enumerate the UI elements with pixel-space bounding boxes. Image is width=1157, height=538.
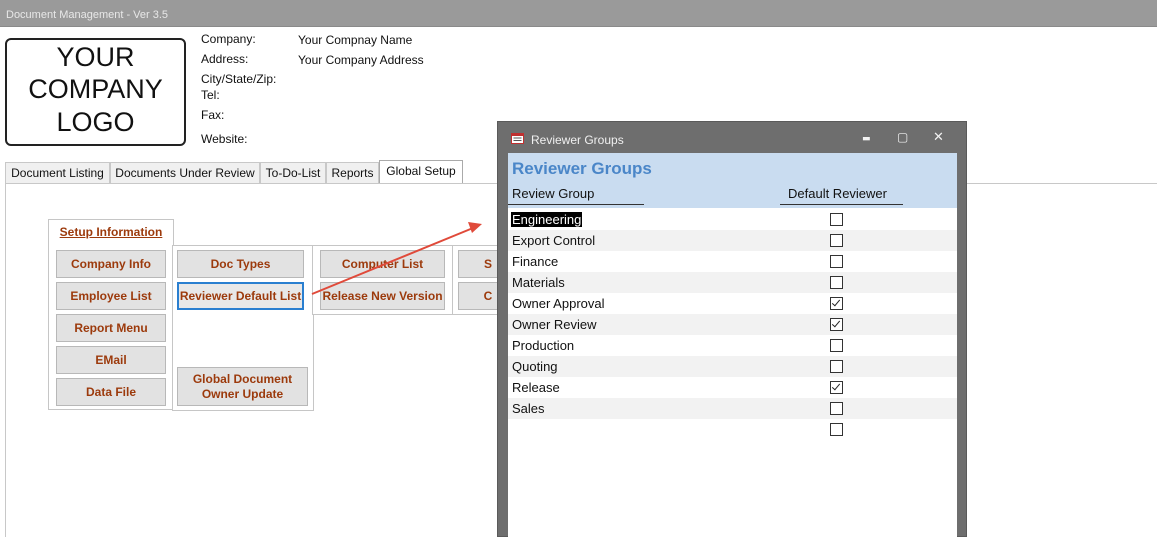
default-reviewer-checkbox[interactable] (830, 255, 843, 268)
review-group-name[interactable]: Quoting (512, 359, 558, 374)
review-group-name[interactable]: Release (512, 380, 560, 395)
default-reviewer-checkbox[interactable] (830, 339, 843, 352)
column-header-review-group: Review Group (512, 186, 595, 201)
table-row[interactable]: Engineering (508, 209, 957, 230)
dialog-header: Reviewer Groups Review Group Default Rev… (508, 153, 957, 208)
default-reviewer-checkbox[interactable] (830, 213, 843, 226)
review-group-name[interactable]: Materials (512, 275, 565, 290)
dialog-title: Reviewer Groups (531, 133, 624, 147)
minimize-icon[interactable]: ▬ (862, 134, 871, 144)
review-group-name[interactable]: Owner Review (512, 317, 597, 332)
review-group-name[interactable]: Owner Approval (512, 296, 605, 311)
default-reviewer-checkbox[interactable] (830, 234, 843, 247)
column-header-default-reviewer: Default Reviewer (788, 186, 887, 201)
dialog-heading: Reviewer Groups (512, 159, 652, 178)
review-group-name[interactable]: Export Control (512, 233, 595, 248)
table-row[interactable]: Owner Approval (508, 293, 957, 314)
default-reviewer-checkbox[interactable] (830, 318, 843, 331)
table-row[interactable]: Quoting (508, 356, 957, 377)
table-row[interactable]: Owner Review (508, 314, 957, 335)
default-reviewer-checkbox[interactable] (830, 423, 843, 436)
table-row[interactable]: Production (508, 335, 957, 356)
table-row[interactable]: Release (508, 377, 957, 398)
annotation-arrow-head (468, 222, 482, 233)
column-underline-group (508, 204, 644, 205)
maximize-icon[interactable]: ▢ (897, 130, 908, 144)
default-reviewer-checkbox[interactable] (830, 360, 843, 373)
table-row[interactable]: Sales (508, 398, 957, 419)
review-group-name[interactable]: Sales (512, 401, 545, 416)
review-group-name[interactable]: Engineering (511, 212, 583, 227)
table-row[interactable]: Materials (508, 272, 957, 293)
default-reviewer-checkbox[interactable] (830, 297, 843, 310)
review-group-name[interactable]: Production (512, 338, 574, 353)
default-reviewer-checkbox[interactable] (830, 381, 843, 394)
dialog-body: Reviewer Groups Review Group Default Rev… (508, 153, 957, 538)
annotation-arrow-line (311, 227, 474, 295)
table-row[interactable]: Finance (508, 251, 957, 272)
reviewer-groups-dialog: Reviewer Groups ▬ ▢ ✕ Reviewer Groups Re… (497, 121, 967, 538)
default-reviewer-checkbox[interactable] (830, 402, 843, 415)
close-icon[interactable]: ✕ (933, 130, 944, 145)
review-group-name[interactable]: Finance (512, 254, 558, 269)
column-underline-default (780, 204, 903, 205)
form-icon (511, 133, 524, 144)
default-reviewer-checkbox[interactable] (830, 276, 843, 289)
table-row[interactable] (508, 419, 957, 440)
table-row[interactable]: Export Control (508, 230, 957, 251)
